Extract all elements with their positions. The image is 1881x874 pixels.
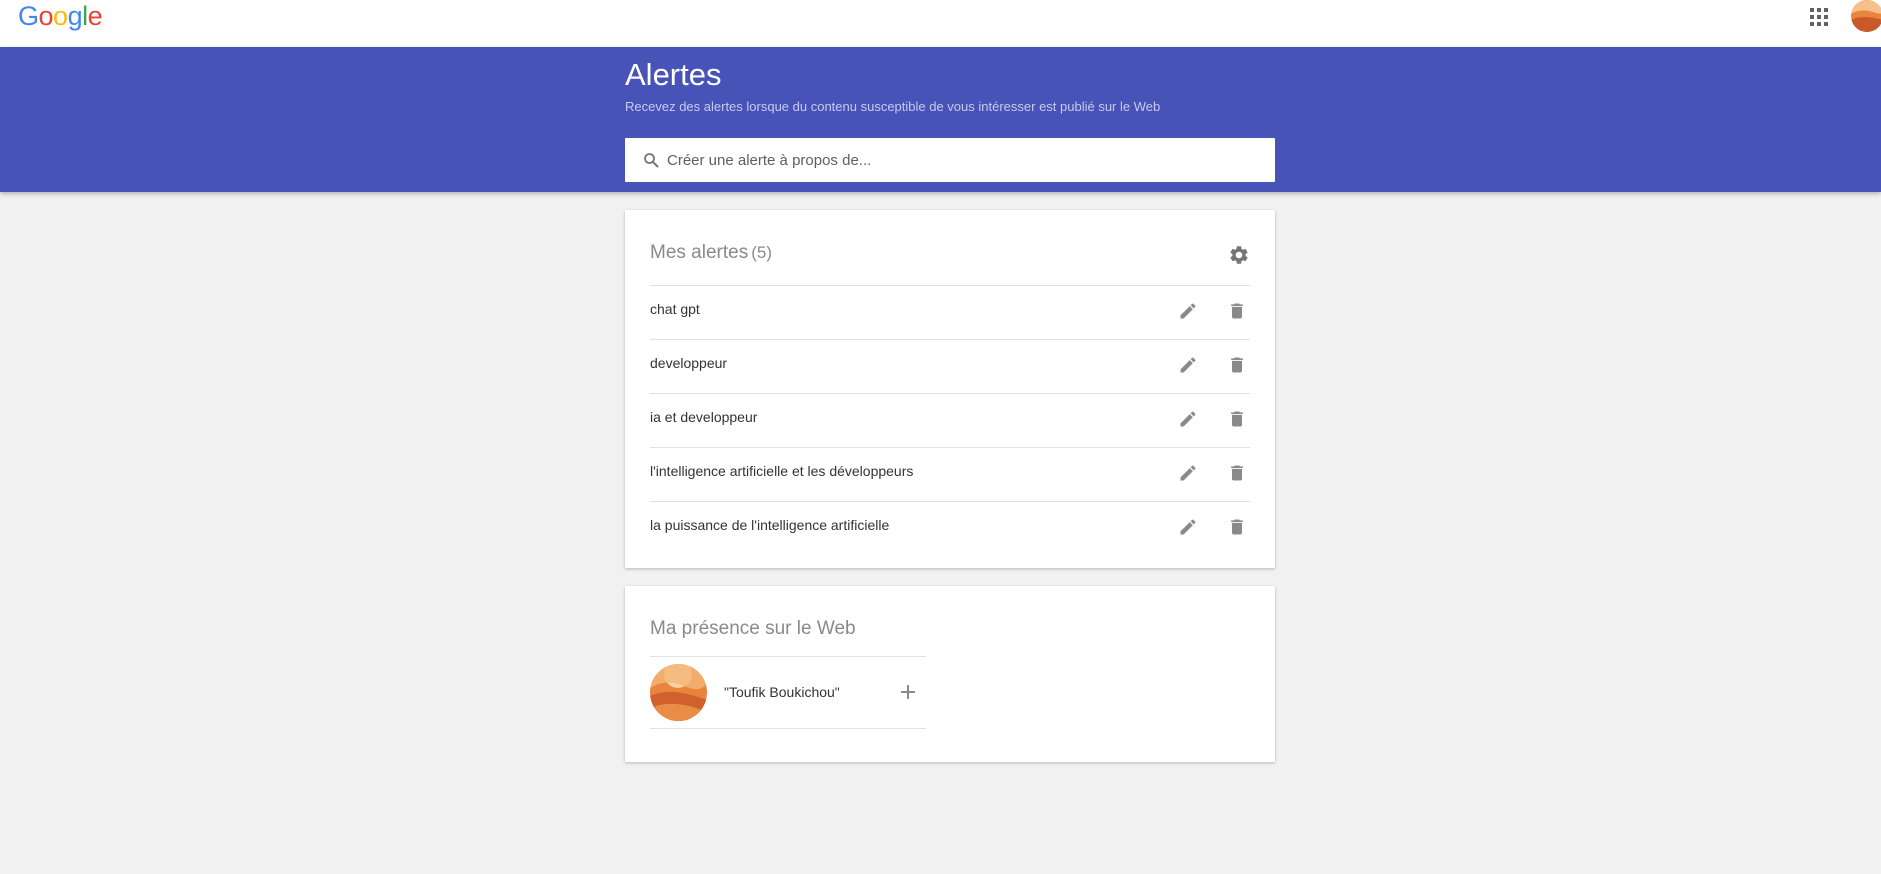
presence-entry[interactable]: "Toufik Boukichou" <box>650 656 926 729</box>
alerts-title-text: Mes alertes <box>650 242 749 263</box>
delete-icon[interactable] <box>1227 463 1247 483</box>
logo-letter: e <box>87 1 103 31</box>
page-title: Alertes <box>625 57 722 92</box>
add-icon[interactable] <box>899 683 917 701</box>
logo-letter: o <box>38 1 54 31</box>
edit-icon[interactable] <box>1178 463 1198 483</box>
alerts-card: Mes alertes (5) chat gpt developpeur ia e… <box>625 210 1275 568</box>
hero-header: Alertes Recevez des alertes lorsque du c… <box>0 47 1881 192</box>
alert-label: developpeur <box>650 355 728 371</box>
search-input[interactable] <box>665 138 1265 182</box>
presence-name: "Toufik Boukichou" <box>724 684 840 700</box>
search-icon <box>644 153 659 168</box>
alerts-card-title: Mes alertes (5) <box>650 242 772 264</box>
list-item[interactable]: la puissance de l'intelligence artificie… <box>650 501 1250 555</box>
alert-label: l'intelligence artificielle et les dével… <box>650 463 914 479</box>
page-subtitle: Recevez des alertes lorsque du contenu s… <box>625 99 1161 114</box>
search-box[interactable] <box>625 138 1275 182</box>
avatar <box>650 664 707 721</box>
delete-icon[interactable] <box>1227 301 1247 321</box>
edit-icon[interactable] <box>1178 301 1198 321</box>
gear-icon[interactable] <box>1228 244 1250 266</box>
account-avatar[interactable] <box>1851 0 1881 32</box>
delete-icon[interactable] <box>1227 409 1247 429</box>
edit-icon[interactable] <box>1178 517 1198 537</box>
delete-icon[interactable] <box>1227 517 1247 537</box>
list-item[interactable]: developpeur <box>650 339 1250 393</box>
edit-icon[interactable] <box>1178 355 1198 375</box>
top-bar: Google <box>0 0 1881 47</box>
alert-label: chat gpt <box>650 301 700 317</box>
list-item[interactable]: l'intelligence artificielle et les dével… <box>650 447 1250 501</box>
logo-letter: g <box>67 1 83 31</box>
edit-icon[interactable] <box>1178 409 1198 429</box>
alert-label: ia et developpeur <box>650 409 758 425</box>
account-avatar-icon <box>1851 0 1881 32</box>
list-item[interactable]: chat gpt <box>650 285 1250 339</box>
list-item[interactable]: ia et developpeur <box>650 393 1250 447</box>
alert-list: chat gpt developpeur ia et developpeur l… <box>650 285 1250 555</box>
logo-letter: G <box>18 1 39 31</box>
web-presence-card: Ma présence sur le Web "Toufik Boukichou… <box>625 586 1275 762</box>
delete-icon[interactable] <box>1227 355 1247 375</box>
profile-avatar-icon <box>650 664 707 721</box>
alert-label: la puissance de l'intelligence artificie… <box>650 517 890 533</box>
presence-card-title: Ma présence sur le Web <box>650 618 856 639</box>
google-logo[interactable]: Google <box>18 0 103 32</box>
logo-letter: o <box>53 1 68 31</box>
alerts-count: (5) <box>751 243 772 262</box>
apps-grid-icon[interactable] <box>1808 6 1830 28</box>
